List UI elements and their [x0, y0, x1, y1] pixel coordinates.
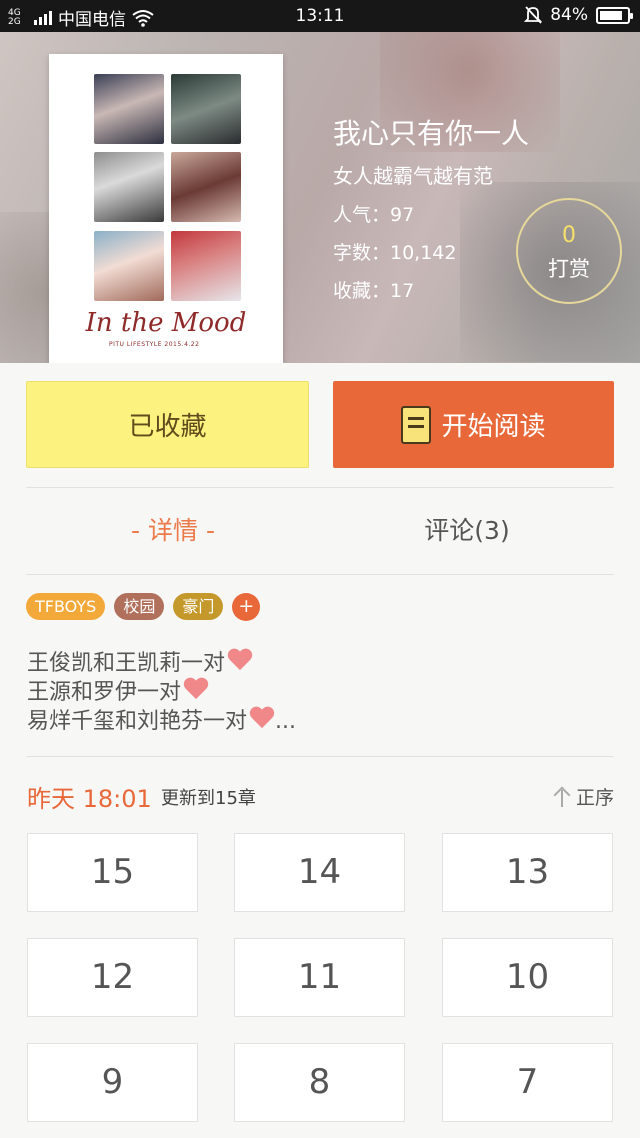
cover-photo [94, 74, 164, 144]
chapter-button[interactable]: 10 [442, 938, 613, 1017]
sort-order-button[interactable]: 正序 [554, 783, 614, 810]
description-text: 王源和罗伊一对 [27, 680, 182, 705]
cover-photo [171, 152, 241, 222]
description-ellipsis: ... [275, 709, 296, 734]
tip-button[interactable]: 0 打赏 [516, 198, 622, 304]
battery-percent: 84% [550, 5, 588, 25]
battery-icon [596, 6, 633, 24]
book-title: 我心只有你一人 [333, 117, 530, 150]
mute-bell-icon [524, 6, 543, 24]
tip-count: 0 [562, 223, 576, 248]
popularity-stat: 人气：97 [333, 204, 415, 226]
tag-rich-family[interactable]: 豪门 [173, 593, 224, 620]
divider [26, 574, 614, 575]
chapter-button[interactable]: 13 [442, 833, 613, 912]
cover-subtitle: PITU LIFESTYLE 2015.4.22 [109, 341, 200, 348]
book-header: In the Mood PITU LIFESTYLE 2015.4.22 我心只… [0, 32, 640, 363]
tag-tfboys[interactable]: TFBOYS [26, 593, 106, 620]
chapter-button[interactable]: 11 [234, 938, 405, 1017]
start-reading-label: 开始阅读 [441, 412, 546, 442]
add-tag-button[interactable]: + [232, 593, 261, 621]
status-right: 84% [524, 5, 633, 25]
word-count-stat: 字数：10,142 [333, 242, 457, 264]
tag-campus[interactable]: 校园 [114, 593, 165, 620]
chapter-button[interactable]: 9 [27, 1043, 198, 1122]
cover-title: In the Mood [85, 308, 247, 338]
tag-list: TFBOYS 校园 豪门 + [26, 593, 261, 621]
arrow-up-icon [554, 787, 570, 807]
book-author[interactable]: 女人越霸气越有范 [333, 160, 493, 189]
chapter-button[interactable]: 14 [234, 833, 405, 912]
book-description[interactable]: 王俊凯和王凯莉一对 王源和罗伊一对 易烊千玺和刘艳芬一对... [27, 649, 296, 736]
cover-photo [94, 231, 164, 301]
update-row: 昨天 18:01 更新到15章 正序 [27, 779, 614, 813]
collected-button[interactable]: 已收藏 [26, 381, 309, 468]
description-line: 易烊千玺和刘艳芬一对... [27, 707, 296, 736]
divider [26, 756, 614, 757]
favorites-stat: 收藏：17 [333, 280, 415, 302]
book-icon [401, 405, 432, 444]
start-reading-button[interactable]: 开始阅读 [333, 381, 614, 468]
description-line: 王俊凯和王凯莉一对 [27, 649, 296, 678]
tip-label: 打赏 [548, 257, 590, 281]
chapter-button[interactable]: 8 [234, 1043, 405, 1122]
sort-order-label: 正序 [575, 787, 614, 809]
tab-comments[interactable]: 评论(3) [320, 488, 614, 574]
description-line: 王源和罗伊一对 [27, 678, 296, 707]
cover-photo [171, 231, 241, 301]
description-text: 易烊千玺和刘艳芬一对 [27, 709, 248, 734]
chapter-button[interactable]: 7 [442, 1043, 613, 1122]
chapter-button[interactable]: 15 [27, 833, 198, 912]
heart-icon [183, 678, 209, 702]
tab-bar: - 详情 - 评论(3) [0, 488, 640, 574]
heart-icon [249, 707, 275, 731]
book-cover[interactable]: In the Mood PITU LIFESTYLE 2015.4.22 [49, 54, 283, 363]
cover-photo [94, 152, 164, 222]
tab-details[interactable]: - 详情 - [26, 488, 320, 574]
status-bar: 4G 2G 中国电信 13:11 84% [0, 0, 640, 32]
collected-button-label: 已收藏 [128, 412, 207, 442]
update-time: 昨天 18:01 [27, 785, 152, 813]
chapter-button[interactable]: 12 [27, 938, 198, 1017]
heart-icon [227, 649, 253, 673]
update-text: 更新到15章 [161, 788, 256, 809]
battery-level-fill [600, 10, 622, 20]
cover-photo [171, 74, 241, 144]
description-text: 王俊凯和王凯莉一对 [27, 651, 226, 676]
